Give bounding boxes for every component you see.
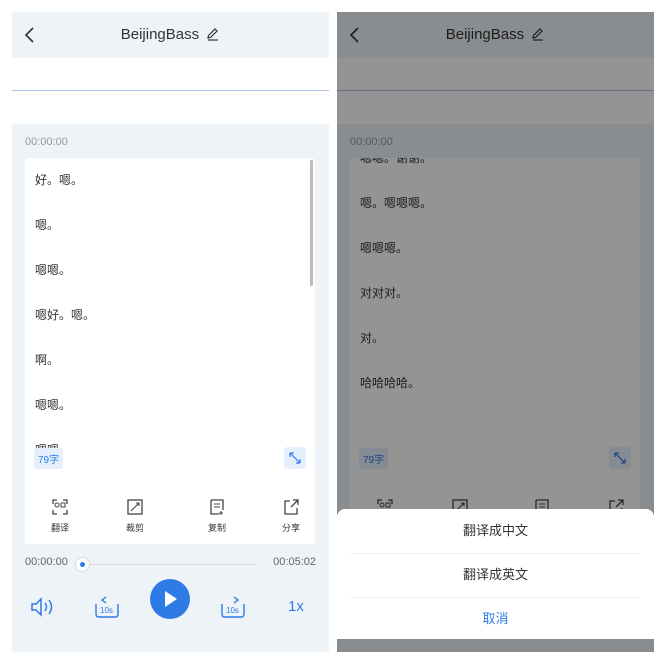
waveform-baseline [12,90,329,91]
crop-label: 裁剪 [125,523,144,533]
volume-icon[interactable] [30,596,56,618]
copy-icon [210,499,224,515]
translate-icon [52,499,68,515]
transcript-line: 啊。 [35,353,60,367]
translate-to-chinese-option[interactable]: 翻译成中文 [337,509,654,553]
header: BeijingBass [12,12,329,58]
player-controls: 10s 10s 1x [12,578,329,638]
translate-to-english-option[interactable]: 翻译成英文 [337,553,654,597]
crop-button[interactable]: 裁剪 [105,490,165,544]
transcript-line: 嗯嗯。 [35,398,72,412]
fast-forward-icon[interactable]: 10s [218,594,248,620]
share-label: 分享 [281,523,300,533]
page-title: BeijingBass [12,26,329,43]
transcript-screen: BeijingBass 00:00:00 好。嗯。 嗯。 嗯嗯。 嗯好。嗯。 啊。 嗯嗯。… [12,12,329,652]
play-icon [165,591,177,607]
progress-knob[interactable] [76,558,89,571]
current-time: 00:00:00 [25,556,68,568]
share-button[interactable]: 分享 [261,490,321,544]
translate-action-sheet: 翻译成中文 翻译成英文 取消 [337,509,654,639]
transcript-line: 嗯好。嗯。 [35,308,96,322]
translate-button[interactable]: 翻译 [30,490,90,544]
action-toolbar: 翻译 裁剪 复制 分享 [25,490,315,544]
char-count-badge: 79字 [34,448,64,469]
edit-title-icon[interactable] [206,27,220,41]
translate-label: 翻译 [50,523,69,533]
translate-sheet-screen: BeijingBass 00:00:00 嗯嗯。谢谢。 嗯。嗯嗯嗯。 嗯嗯嗯。 对对对… [337,12,654,652]
expand-button[interactable] [284,447,306,469]
transcript-line: 嗯嗯 [35,428,295,473]
waveform-area [12,58,329,124]
play-button[interactable] [150,579,190,619]
expand-icon [289,452,301,464]
share-icon [284,499,299,515]
transcript-panel: 00:00:00 好。嗯。嗯。嗯嗯。嗯好。嗯。啊。嗯嗯。嗯嗯 79字 [12,124,329,544]
forward-label: 10s [226,606,239,615]
transcript-line: 好。嗯。 [35,173,84,187]
progress-track[interactable] [82,564,257,565]
rewind-label: 10s [100,606,113,615]
transcript-timestamp: 00:00:00 [25,136,68,148]
title-text: BeijingBass [120,26,200,43]
transcript-line: 嗯嗯。 [35,263,72,277]
speed-button[interactable]: 1x [288,598,304,615]
transcript-line: 嗯。 [35,218,60,232]
rewind-icon[interactable]: 10s [92,594,122,620]
progress-row: 00:00:00 00:05:02 [12,548,329,578]
total-time: 00:05:02 [273,556,316,568]
crop-icon [127,499,143,515]
copy-button[interactable]: 复制 [187,490,247,544]
transcript-lines: 好。嗯。嗯。嗯嗯。嗯好。嗯。啊。嗯嗯。嗯嗯 [35,158,295,473]
transcript-card[interactable]: 好。嗯。嗯。嗯嗯。嗯好。嗯。啊。嗯嗯。嗯嗯 79字 [25,158,315,526]
copy-label: 复制 [207,523,226,533]
scrollbar[interactable] [310,160,313,286]
cancel-button[interactable]: 取消 [337,597,654,641]
